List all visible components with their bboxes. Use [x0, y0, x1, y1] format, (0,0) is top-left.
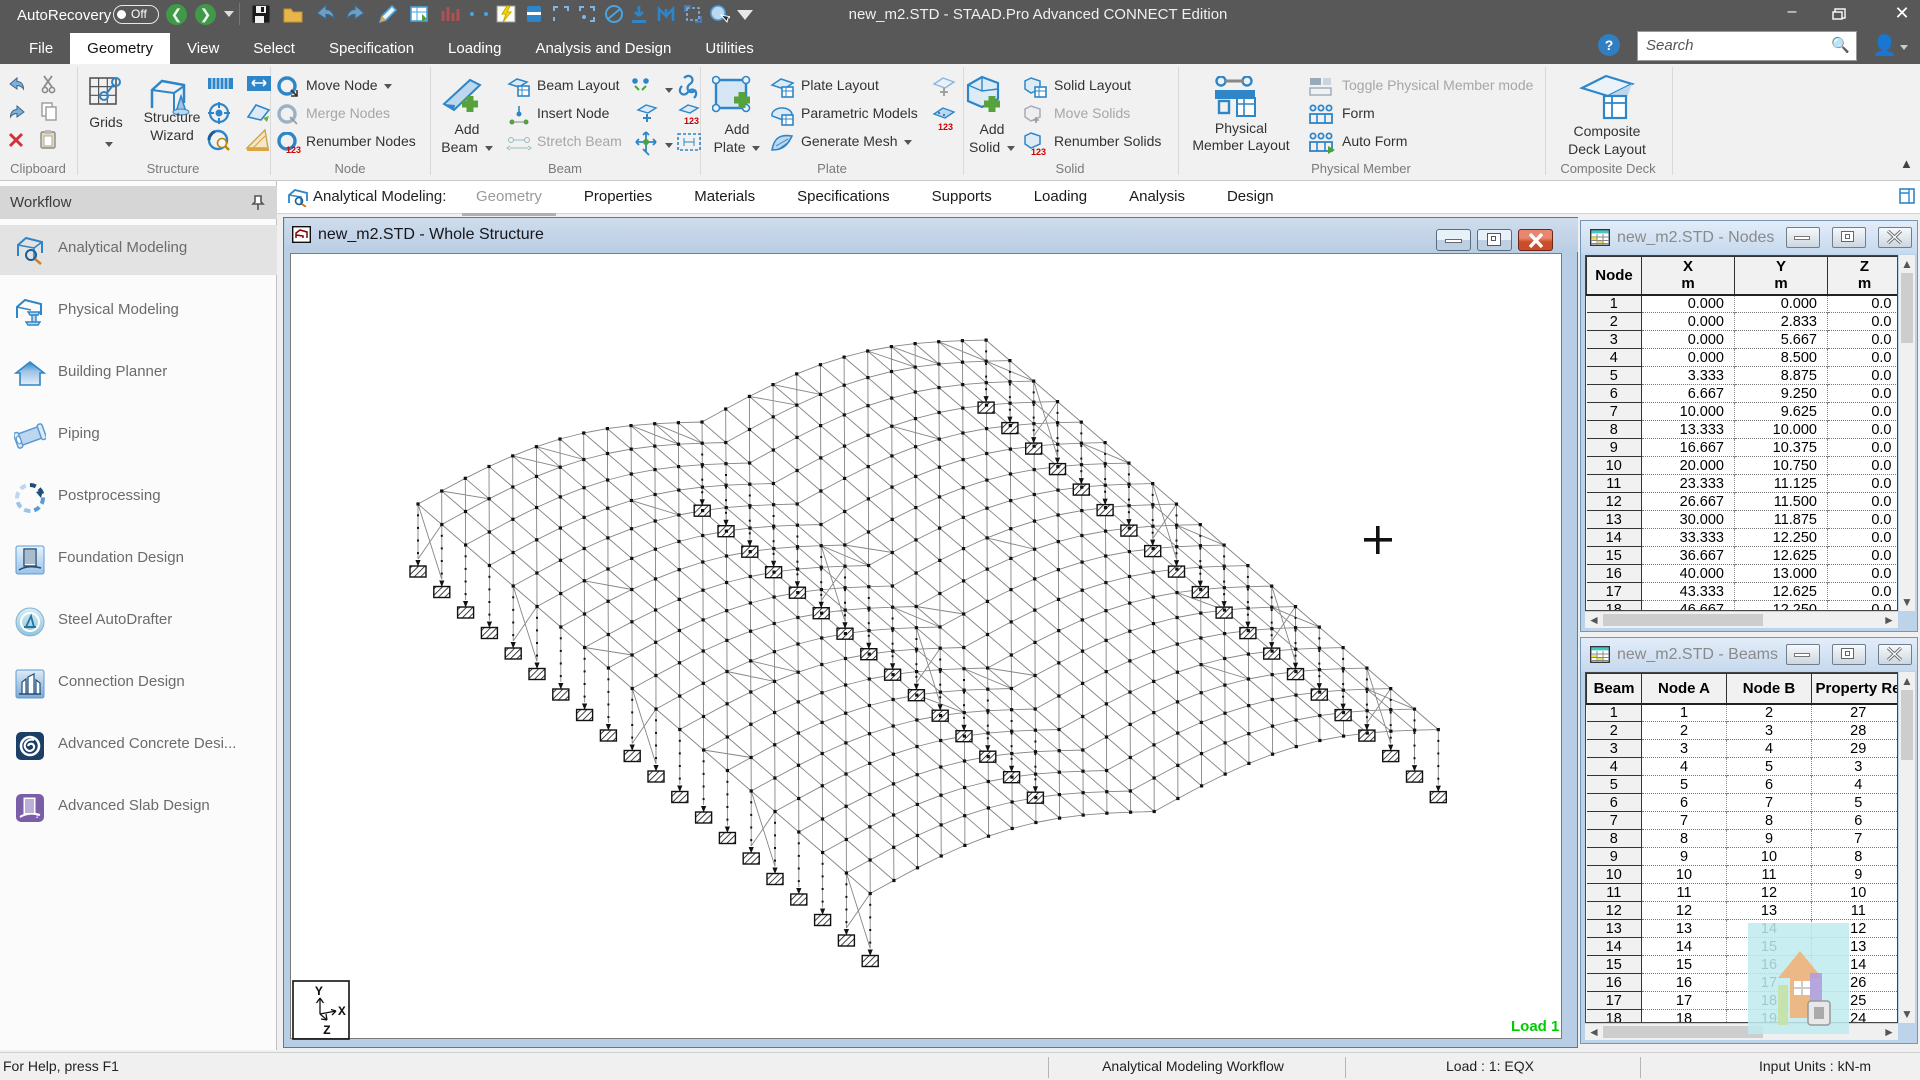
svg-text:123: 123	[286, 145, 301, 154]
svg-text:X: X	[338, 1004, 346, 1019]
svg-text:Z: Z	[323, 1023, 331, 1038]
svg-text:123: 123	[1031, 147, 1046, 156]
svg-text:Load 1: Load 1	[1511, 1018, 1559, 1035]
svg-text:Y: Y	[315, 984, 323, 999]
